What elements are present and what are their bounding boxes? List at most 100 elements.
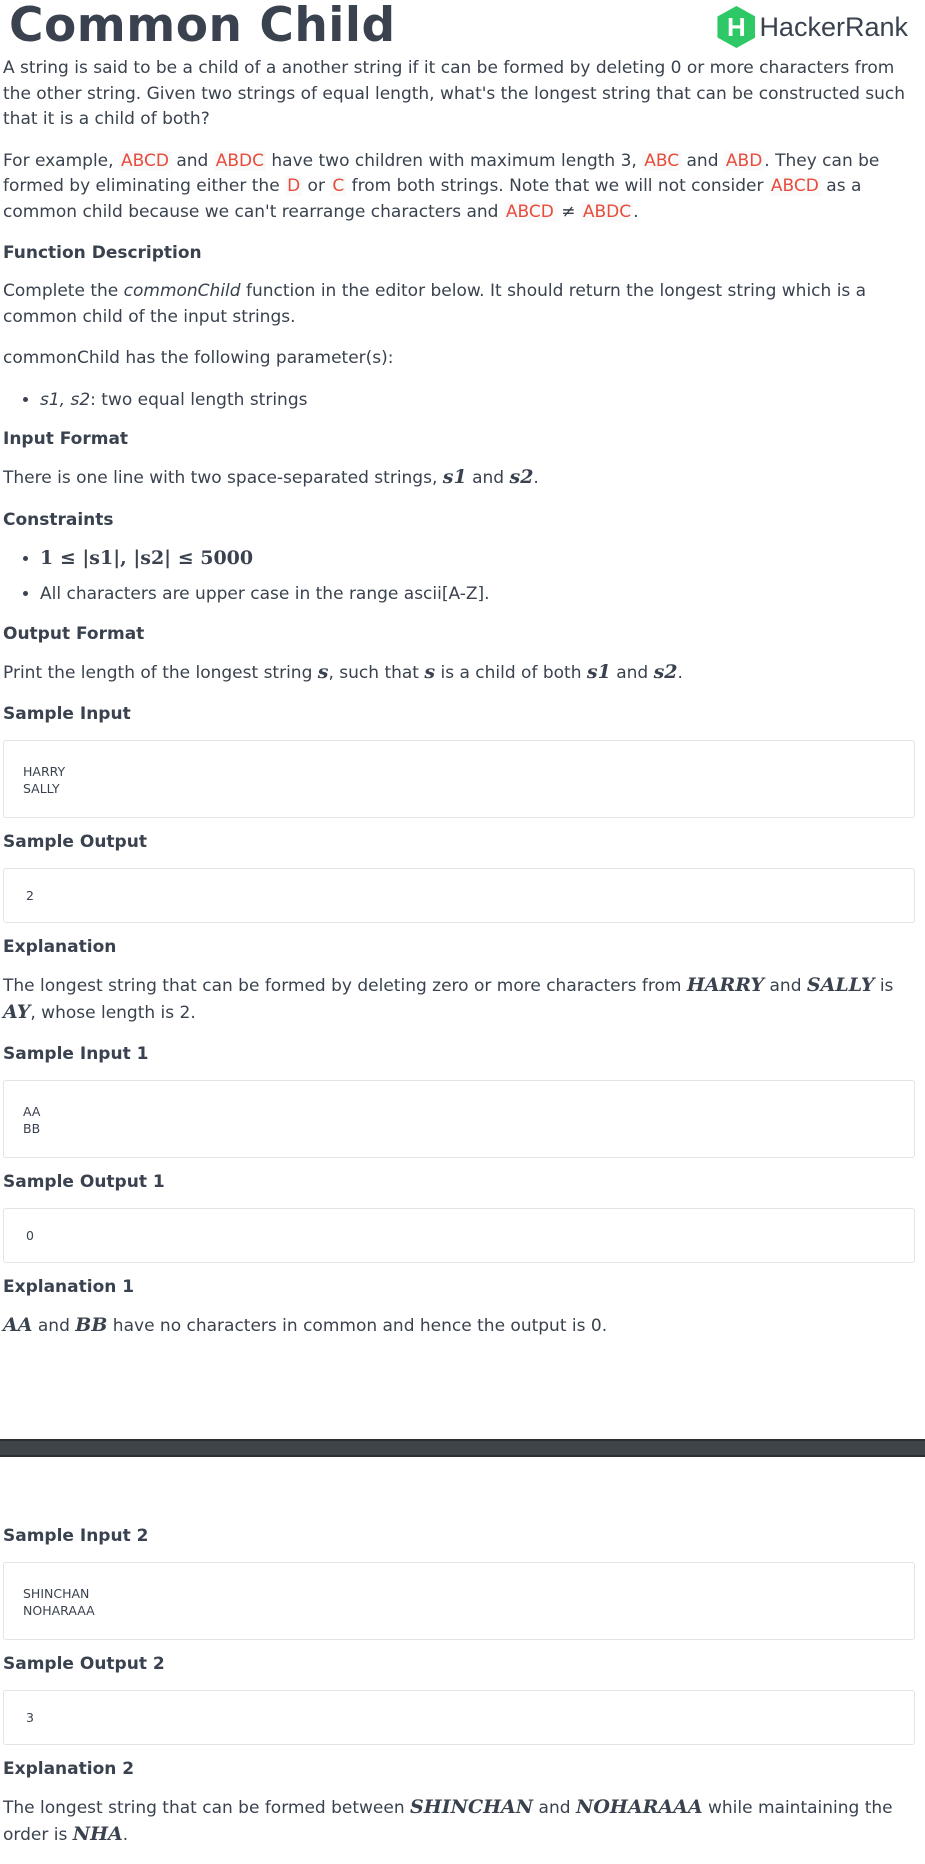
math-s2: s2 (653, 660, 678, 683)
text: and (610, 662, 654, 683)
sample-input-1-block[interactable]: AA BB (3, 1080, 915, 1158)
problem-statement: A string is said to be a child of a anot… (0, 56, 925, 1340)
code-abcd: ABCD (768, 176, 821, 196)
params-intro: commonChild has the following parameter(… (3, 348, 394, 368)
sample-input-line: HARRY (23, 764, 66, 779)
param-desc: : two equal length strings (90, 389, 308, 410)
sample-output-1-block[interactable]: 0 (3, 1208, 915, 1263)
math-harry: HARRY (686, 974, 765, 996)
page-divider (0, 1439, 925, 1457)
math-s1: s1 (586, 660, 611, 683)
text: and (170, 150, 214, 171)
code-abdc: ABDC (580, 201, 634, 222)
code-abc: ABC (642, 150, 682, 171)
output-format-text: Print the length of the longest string s… (3, 660, 915, 687)
code-abdc: ABDC (213, 150, 266, 171)
text: Print the length of the longest string (3, 662, 318, 683)
sample-output-heading: Sample Output (3, 832, 147, 852)
math-s: s (317, 660, 329, 683)
sample-input-2-heading: Sample Input 2 (3, 1526, 149, 1546)
sample-output-1-heading: Sample Output 1 (3, 1172, 165, 1192)
sample-input-block[interactable]: HARRY SALLY (3, 740, 915, 818)
function-name: commonChild (123, 281, 241, 301)
hackerrank-hex-icon: H (717, 6, 756, 48)
text: and (32, 1316, 76, 1336)
not-equal-symbol: ≠ (555, 201, 581, 222)
text: from both strings. Note that we will not… (346, 176, 769, 196)
code-abcd: ABCD (503, 201, 556, 222)
constraint-length: 1 ≤ |s1|, |s2| ≤ 5000 (40, 546, 254, 569)
sample-input-line: NOHARAAA (23, 1603, 95, 1618)
text: and (764, 976, 807, 996)
math-bb: BB (75, 1314, 108, 1336)
math-aa: AA (3, 1314, 33, 1336)
code-d: D (285, 176, 303, 196)
param-list: s1, s2: two equal length strings (3, 388, 915, 414)
hackerrank-logo[interactable]: H HackerRank (717, 6, 908, 48)
explanation-1-heading: Explanation 1 (3, 1277, 135, 1297)
constraints-heading: Constraints (3, 509, 114, 530)
explanation-2-heading: Explanation 2 (3, 1759, 135, 1779)
text: , such that (328, 662, 425, 683)
text: The longest string that can be formed be… (3, 1798, 411, 1818)
list-item: 1 ≤ |s1|, |s2| ≤ 5000 (40, 546, 915, 573)
math-s1: s1 (442, 466, 467, 488)
header: Common Child H HackerRank (0, 0, 925, 56)
input-format-text: There is one line with two space-separat… (3, 465, 915, 492)
input-format-heading: Input Format (3, 429, 129, 449)
sample-output-block[interactable]: 2 (3, 868, 915, 923)
text: and (681, 150, 724, 171)
code-c: C (330, 176, 347, 196)
math-sally: SALLY (806, 974, 875, 996)
code-abd: ABD (723, 150, 765, 171)
text: and (466, 468, 510, 488)
math-s2: s2 (509, 466, 534, 488)
sample-output-value: 2 (26, 888, 34, 903)
text: or (302, 176, 331, 196)
intro-paragraph: A string is said to be a child of a anot… (3, 58, 906, 129)
text: . (633, 201, 639, 222)
problem-statement-continued: Sample Input 2 SHINCHAN NOHARAAA Sample … (0, 1524, 925, 1848)
output-format-heading: Output Format (3, 623, 145, 644)
constraints-list: 1 ≤ |s1|, |s2| ≤ 5000 All characters are… (3, 546, 915, 608)
text: Complete the (3, 281, 124, 301)
example-paragraph: For example, ABCD and ABDC have two chil… (3, 149, 915, 226)
sample-output-value: 3 (26, 1710, 34, 1725)
text: have two children with maximum length 3, (265, 150, 643, 171)
text: , whose length is 2. (30, 1002, 196, 1023)
param-name: s1, s2 (40, 389, 91, 410)
explanation-heading: Explanation (3, 937, 117, 957)
text: . (122, 1824, 129, 1845)
sample-output-2-block[interactable]: 3 (3, 1690, 915, 1745)
constraint-charset: All characters are upper case in the ran… (40, 584, 490, 604)
sample-input-2-block[interactable]: SHINCHAN NOHARAAA (3, 1562, 915, 1640)
sample-output-2-heading: Sample Output 2 (3, 1654, 165, 1674)
page-title: Common Child (9, 0, 396, 53)
text: . (533, 468, 539, 488)
explanation-2-text: The longest string that can be formed be… (3, 1795, 915, 1848)
math-s: s (424, 660, 436, 683)
text: . (677, 662, 683, 683)
text: have no characters in common and hence t… (107, 1316, 608, 1336)
page-top: Common Child H HackerRank A string is sa… (0, 0, 925, 1356)
text: The longest string that can be formed by… (3, 976, 687, 996)
text: For example, (3, 150, 119, 171)
list-item: All characters are upper case in the ran… (40, 582, 915, 608)
math-shinchan: SHINCHAN (410, 1796, 534, 1818)
text: is a child of both (435, 662, 587, 683)
page-bottom: Sample Input 2 SHINCHAN NOHARAAA Sample … (0, 1524, 925, 1864)
sample-input-line: BB (23, 1121, 41, 1136)
sample-input-line: SHINCHAN (23, 1586, 90, 1601)
text: and (533, 1798, 576, 1818)
code-abcd: ABCD (118, 150, 171, 171)
math-nha: NHA (72, 1822, 123, 1845)
math-ay: AY (3, 1000, 31, 1023)
math-noharaaa: NOHARAAA (575, 1796, 703, 1818)
function-description-text: Complete the commonChild function in the… (3, 279, 915, 330)
text: is (874, 976, 894, 996)
function-description-heading: Function Description (3, 243, 202, 263)
explanation-text: The longest string that can be formed by… (3, 973, 915, 1026)
sample-input-line: SALLY (23, 781, 60, 796)
sample-input-line: AA (23, 1104, 41, 1119)
sample-output-value: 0 (26, 1228, 34, 1243)
